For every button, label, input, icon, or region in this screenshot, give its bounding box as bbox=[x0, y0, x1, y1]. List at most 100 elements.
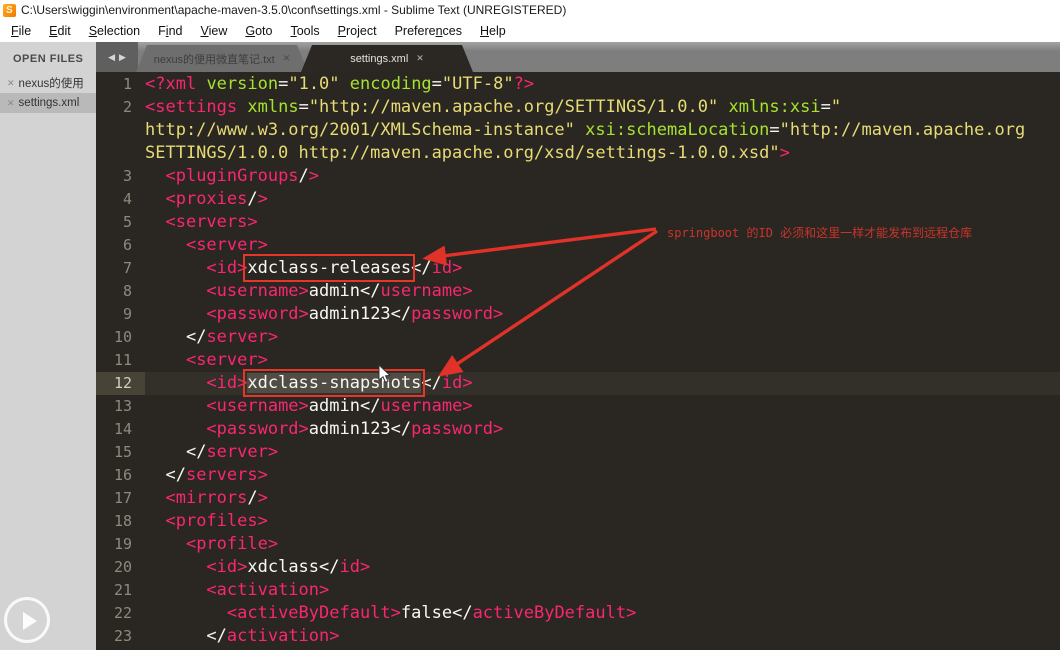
code-line-17[interactable]: 17 <mirrors/> bbox=[96, 487, 1060, 510]
code-line-1[interactable]: 1 <?xml version="1.0" encoding="UTF-8"?> bbox=[96, 73, 1060, 96]
video-play-button[interactable] bbox=[4, 597, 50, 643]
menu-item-edit[interactable]: Edit bbox=[40, 20, 80, 42]
code-token: <pluginGroups bbox=[165, 166, 299, 186]
code-token: <mirrors bbox=[165, 488, 248, 508]
code-token: </ bbox=[359, 396, 381, 416]
code-token: id> bbox=[441, 373, 473, 393]
line-number: 19 bbox=[113, 535, 132, 553]
code-line-7[interactable]: 7 <id>xdclass-releases</id> bbox=[96, 254, 1060, 282]
code-line-15[interactable]: 15 </server> bbox=[96, 441, 1060, 464]
code-text: <username>admin</username> bbox=[145, 280, 1060, 303]
tab-next-icon[interactable]: ▶ bbox=[119, 52, 126, 63]
menu-item-selection[interactable]: Selection bbox=[80, 20, 149, 42]
code-line-8[interactable]: 8 <username>admin</username> bbox=[96, 280, 1060, 303]
code-line-14[interactable]: 14 <password>admin123</password> bbox=[96, 418, 1060, 441]
close-file-icon[interactable]: ✕ bbox=[7, 78, 15, 89]
code-text: http://www.w3.org/2001/XMLSchema-instanc… bbox=[145, 119, 1060, 142]
tab-label: settings.xml bbox=[350, 52, 409, 65]
code-token: <server> bbox=[185, 235, 268, 255]
code-token: http://www.w3.org/2001/XMLSchema-instanc… bbox=[145, 120, 575, 140]
menu-item-tools[interactable]: Tools bbox=[281, 20, 328, 42]
close-tab-icon[interactable]: ✕ bbox=[416, 53, 424, 64]
code-token: > bbox=[779, 143, 790, 163]
menu-item-preferences[interactable]: Preferences bbox=[386, 20, 471, 42]
menu-item-file[interactable]: File bbox=[2, 20, 40, 42]
window-title: C:\Users\wiggin\environment\apache-maven… bbox=[21, 3, 567, 17]
code-token: ?> bbox=[513, 74, 535, 94]
code-line-9[interactable]: 9 <password>admin123</password> bbox=[96, 303, 1060, 326]
code-token: </ bbox=[390, 419, 412, 439]
line-number: 21 bbox=[113, 581, 132, 599]
code-text: <id>xdclass-releases</id> bbox=[145, 254, 1060, 282]
code-token: id> bbox=[339, 557, 371, 577]
code-line-3[interactable]: 3 <pluginGroups/> bbox=[96, 165, 1060, 188]
tab-prev-icon[interactable]: ◀ bbox=[108, 52, 115, 63]
code-text: <server> bbox=[145, 349, 1060, 372]
line-number: 6 bbox=[122, 236, 132, 254]
menu-item-help[interactable]: Help bbox=[471, 20, 515, 42]
code-line-13[interactable]: 13 <username>admin</username> bbox=[96, 395, 1060, 418]
code-line-wrap[interactable]: http://www.w3.org/2001/XMLSchema-instanc… bbox=[96, 119, 1060, 142]
code-token: version bbox=[206, 74, 279, 94]
code-token: </ bbox=[452, 603, 473, 623]
menu-item-project[interactable]: Project bbox=[329, 20, 386, 42]
code-token: servers> bbox=[185, 465, 268, 485]
code-line-wrap[interactable]: SETTINGS/1.0.0 http://maven.apache.org/x… bbox=[96, 142, 1060, 165]
open-file-item-1[interactable]: ✕ settings.xml bbox=[0, 93, 96, 113]
menu-item-find[interactable]: Find bbox=[149, 20, 191, 42]
code-line-23[interactable]: 23 </activation> bbox=[96, 625, 1060, 648]
code-token: server> bbox=[206, 327, 279, 347]
code-token: <password> bbox=[206, 419, 309, 439]
code-line-18[interactable]: 18 <profiles> bbox=[96, 510, 1060, 533]
tab-active-1[interactable]: settings.xml ✕ bbox=[301, 45, 473, 72]
code-line-5[interactable]: 5 <servers> bbox=[96, 211, 1060, 234]
code-token: " bbox=[830, 97, 842, 117]
open-file-label: nexus的使用 bbox=[18, 78, 84, 90]
menu-item-goto[interactable]: Goto bbox=[236, 20, 281, 42]
code-text: <activation> bbox=[145, 579, 1060, 602]
code-token: <?xml bbox=[145, 74, 197, 94]
close-tab-icon[interactable]: ✕ bbox=[283, 53, 291, 64]
code-token: <server> bbox=[185, 350, 268, 370]
code-token: <username> bbox=[206, 396, 309, 416]
code-line-6[interactable]: 6 <server> bbox=[96, 234, 1060, 257]
open-file-item-0[interactable]: ✕ nexus的使用 bbox=[0, 73, 96, 93]
code-token: admin123 bbox=[308, 304, 391, 324]
code-token: activeByDefault> bbox=[472, 603, 637, 623]
code-line-4[interactable]: 4 <proxies/> bbox=[96, 188, 1060, 211]
code-line-22[interactable]: 22 <activeByDefault>false</activeByDefau… bbox=[96, 602, 1060, 625]
close-file-icon[interactable]: ✕ bbox=[7, 98, 15, 109]
code-editor[interactable]: 1 <?xml version="1.0" encoding="UTF-8"?> 2… bbox=[96, 72, 1060, 650]
code-text: <id>xdclass-snapshots</id> bbox=[145, 369, 1060, 397]
code-line-19[interactable]: 19 <profile> bbox=[96, 533, 1060, 556]
code-token: <activation> bbox=[206, 580, 330, 600]
code-token: xmlns:xsi bbox=[728, 97, 821, 117]
code-token: = bbox=[431, 74, 442, 94]
code-line-12[interactable]: 12 <id>xdclass-snapshots</id> bbox=[96, 369, 1060, 397]
code-text: <id>xdclass</id> bbox=[145, 556, 1060, 579]
tab-nav-arrows: ◀ ▶ bbox=[96, 42, 138, 72]
menu-item-view[interactable]: View bbox=[191, 20, 236, 42]
code-line-2[interactable]: 2 <settings xmlns="http://maven.apache.or… bbox=[96, 96, 1060, 119]
line-number: 14 bbox=[113, 420, 132, 438]
code-text: <activeByDefault>false</activeByDefault> bbox=[145, 602, 1060, 625]
code-line-20[interactable]: 20 <id>xdclass</id> bbox=[96, 556, 1060, 579]
tab-0[interactable]: nexus的便用微直笔记.txt ✕ bbox=[136, 45, 308, 72]
code-line-11[interactable]: 11 <server> bbox=[96, 349, 1060, 372]
code-line-16[interactable]: 16 </servers> bbox=[96, 464, 1060, 487]
code-text: <mirrors/> bbox=[145, 487, 1060, 510]
code-line-21[interactable]: 21 <activation> bbox=[96, 579, 1060, 602]
code-token: admin bbox=[308, 281, 360, 301]
code-token: / bbox=[298, 166, 309, 186]
code-line-10[interactable]: 10 </server> bbox=[96, 326, 1060, 349]
line-number: 2 bbox=[122, 98, 132, 116]
